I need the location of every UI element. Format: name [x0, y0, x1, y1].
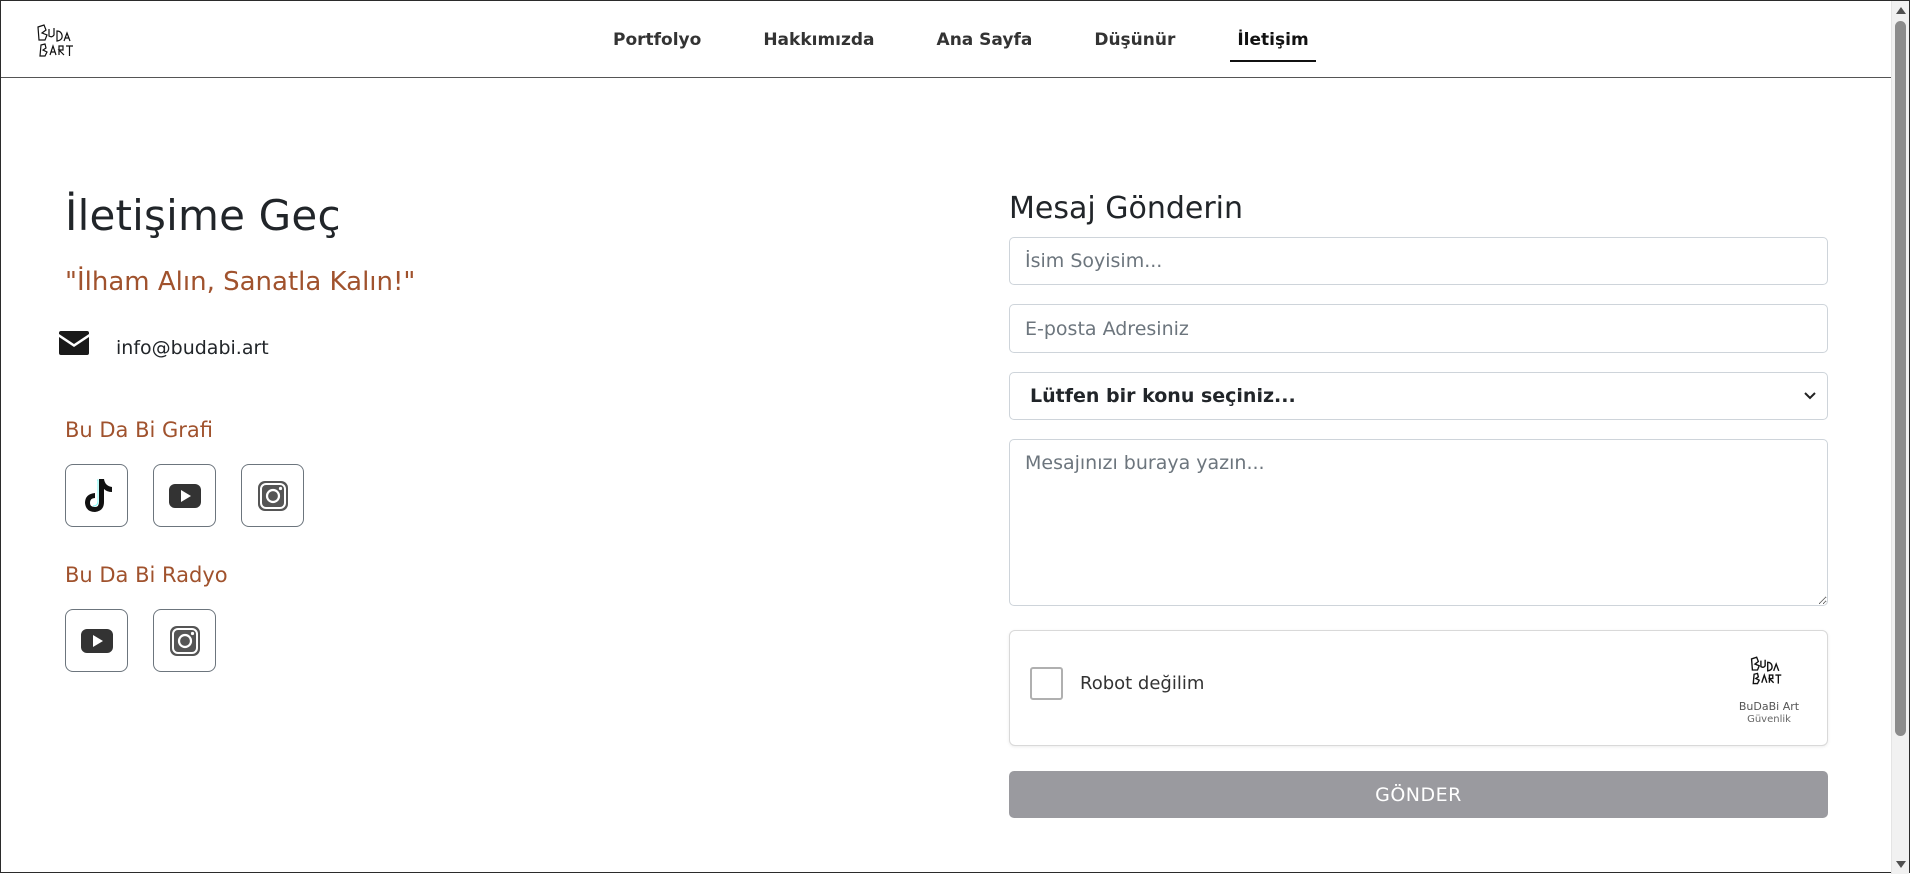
message-textarea[interactable]: [1009, 439, 1828, 606]
youtube-icon: [80, 628, 113, 653]
tiktok-button[interactable]: [65, 464, 128, 527]
group-label-grafi: Bu Da Bi Grafi: [65, 418, 214, 442]
contact-form: Mesaj Gönderin Lütfen bir konu seçiniz..…: [1009, 191, 1828, 818]
youtube-button-grafi[interactable]: [153, 464, 216, 527]
nav-iletisim[interactable]: İletişim: [1230, 1, 1316, 78]
email-link[interactable]: info@budabi.art: [116, 337, 269, 359]
scroll-up-arrow-icon[interactable]: [1896, 7, 1906, 14]
email-input[interactable]: [1009, 304, 1828, 353]
site-header: Portfolyo Hakkımızda Ana Sayfa Düşünür İ…: [1, 1, 1891, 78]
nav-hakkimizda[interactable]: Hakkımızda: [763, 1, 874, 78]
nav-ana-sayfa[interactable]: Ana Sayfa: [937, 1, 1033, 78]
scrollbar-thumb[interactable]: [1895, 21, 1906, 736]
chevron-down-icon: [1804, 392, 1816, 400]
page-title: İletişime Geç: [65, 191, 341, 240]
subject-select-value: Lütfen bir konu seçiniz...: [1030, 385, 1296, 407]
scroll-down-arrow-icon[interactable]: [1896, 861, 1906, 868]
instagram-button-grafi[interactable]: [241, 464, 304, 527]
name-input[interactable]: [1009, 237, 1828, 285]
browser-viewport: Portfolyo Hakkımızda Ana Sayfa Düşünür İ…: [0, 0, 1910, 874]
vertical-scrollbar[interactable]: [1891, 1, 1909, 874]
tiktok-icon: [84, 478, 112, 512]
subject-select[interactable]: Lütfen bir konu seçiniz...: [1009, 372, 1828, 420]
social-row-grafi: [65, 464, 329, 527]
contact-info-section: İletişime Geç "İlham Alın, Sanatla Kalın…: [59, 191, 865, 672]
email-row: info@budabi.art: [59, 327, 269, 359]
group-label-radyo: Bu Da Bi Radyo: [65, 563, 228, 587]
slogan: "İlham Alın, Sanatla Kalın!": [65, 267, 416, 297]
envelope-icon: [59, 331, 89, 355]
captcha-brand: BuDaBi Art: [1738, 700, 1800, 713]
captcha-label: Robot değilim: [1080, 673, 1205, 694]
instagram-icon: [169, 625, 200, 656]
captcha-sub: Güvenlik: [1747, 714, 1791, 725]
form-title: Mesaj Gönderin: [1009, 191, 1244, 226]
site-logo[interactable]: [35, 21, 75, 59]
captcha-widget: Robot değilim BuDaBi Art Güvenlik: [1009, 630, 1828, 746]
submit-button[interactable]: GÖNDER: [1009, 771, 1828, 818]
captcha-checkbox[interactable]: [1030, 667, 1063, 700]
instagram-icon: [257, 480, 288, 511]
youtube-button-radyo[interactable]: [65, 609, 128, 672]
nav-dusunur[interactable]: Düşünür: [1094, 1, 1175, 78]
captcha-logo: [1750, 656, 1782, 685]
nav-portfolyo[interactable]: Portfolyo: [613, 1, 701, 78]
instagram-button-radyo[interactable]: [153, 609, 216, 672]
main-nav: Portfolyo Hakkımızda Ana Sayfa Düşünür İ…: [613, 1, 1371, 78]
social-row-radyo: [65, 609, 241, 672]
youtube-icon: [168, 483, 201, 508]
